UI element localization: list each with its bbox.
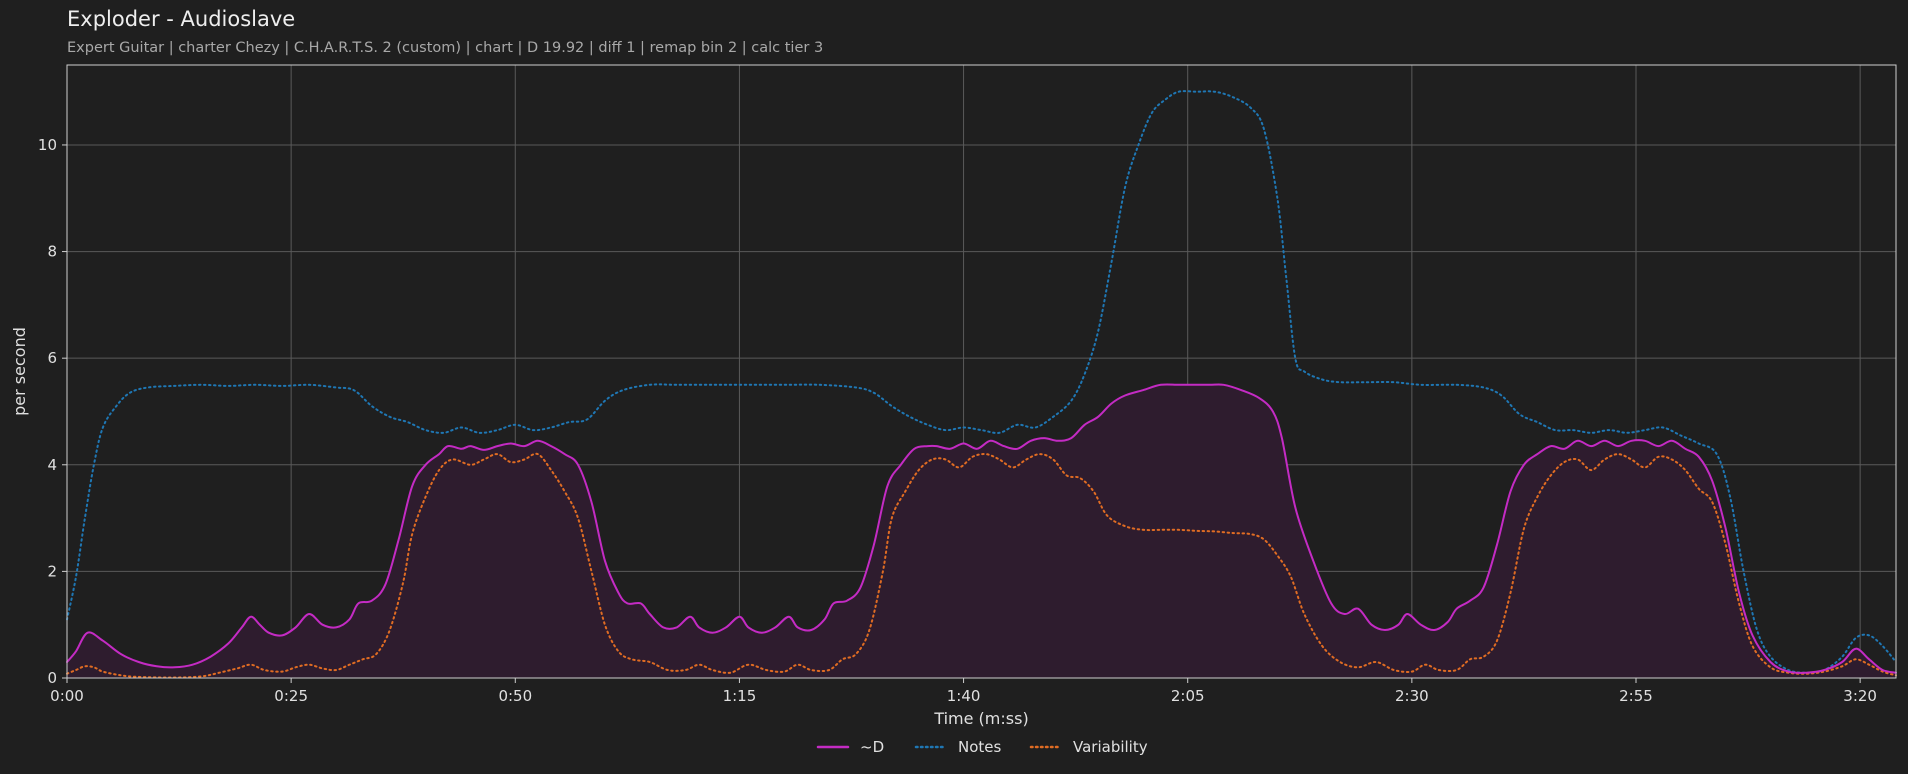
- y-tick-label: 0: [47, 669, 57, 687]
- x-tick-label: 0:00: [50, 687, 84, 705]
- y-tick-label: 10: [38, 136, 57, 154]
- y-axis-label: per second: [10, 327, 29, 416]
- legend-label: Notes: [958, 738, 1002, 756]
- d-area-fill: [67, 384, 1896, 678]
- x-tick-label: 3:20: [1843, 687, 1877, 705]
- legend-label: Variability: [1073, 738, 1148, 756]
- x-tick-label: 0:50: [498, 687, 532, 705]
- x-tick-label: 2:55: [1619, 687, 1653, 705]
- y-tick-label: 4: [47, 456, 57, 474]
- x-axis-ticks: 0:00 0:25 0:50 1:15 1:40 2:05 2:30 2:55 3:20: [50, 678, 1877, 705]
- y-axis-ticks: 0 2 4 6 8 10: [38, 136, 67, 687]
- y-tick-label: 2: [47, 562, 57, 580]
- x-tick-label: 0:25: [274, 687, 308, 705]
- x-tick-label: 2:05: [1171, 687, 1205, 705]
- legend: ~D Notes Variability: [816, 738, 1148, 756]
- difficulty-chart: 0:00 0:25 0:50 1:15 1:40 2:05 2:30 2:55 3:20 0 2 4…: [10, 64, 1897, 756]
- y-tick-label: 6: [47, 349, 57, 367]
- legend-label: ~D: [860, 738, 884, 756]
- x-axis-label: Time (m:ss): [933, 709, 1028, 728]
- x-tick-label: 1:15: [723, 687, 757, 705]
- y-tick-label: 8: [47, 243, 57, 261]
- x-tick-label: 2:30: [1395, 687, 1429, 705]
- d-area-layer: [67, 384, 1896, 678]
- x-tick-label: 1:40: [947, 687, 981, 705]
